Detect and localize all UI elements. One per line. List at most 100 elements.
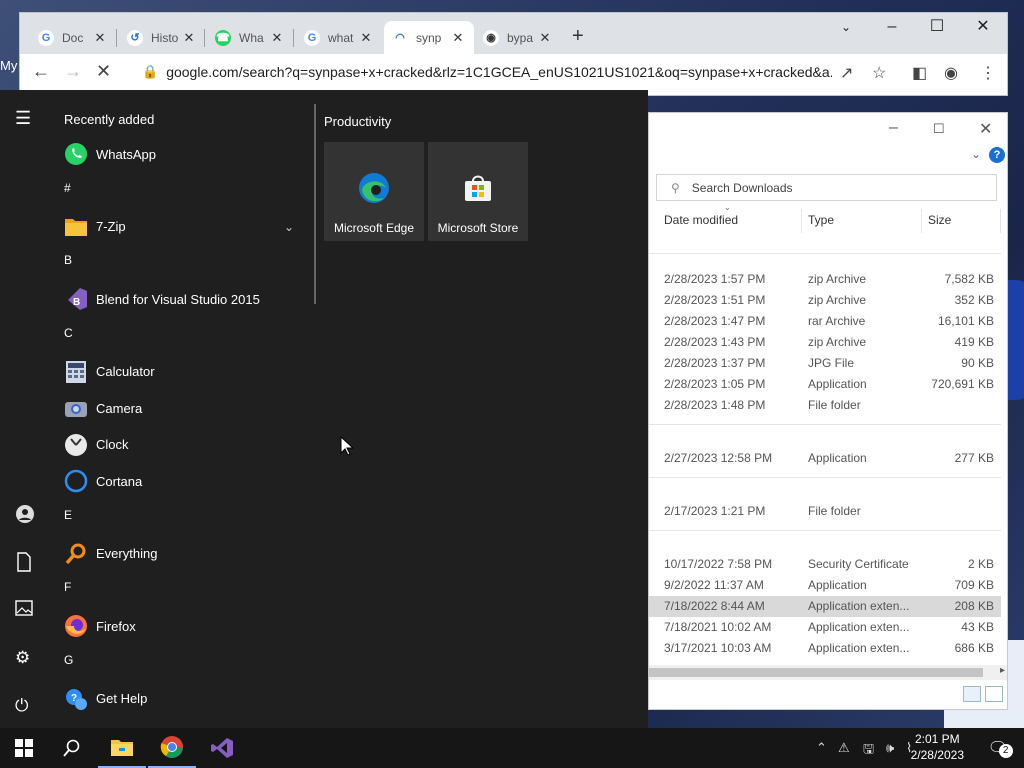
security-warning-icon[interactable]: ⚠ bbox=[838, 740, 850, 756]
minimize-button[interactable]: – bbox=[889, 119, 898, 137]
forward-arrow-icon[interactable]: → bbox=[64, 61, 82, 82]
app-list-letter-header[interactable]: F bbox=[64, 580, 71, 594]
app-list-item[interactable]: Clock bbox=[64, 427, 304, 463]
file-row[interactable]: 2/28/2023 1:43 PM zip Archive 419 KB bbox=[649, 332, 1001, 353]
app-list-item[interactable]: Cortana bbox=[64, 463, 304, 499]
file-row[interactable]: 3/17/2021 10:03 AM Application exten... 68… bbox=[649, 638, 1001, 659]
user-account-icon[interactable] bbox=[15, 504, 35, 529]
documents-icon[interactable] bbox=[15, 552, 33, 577]
stop-loading-icon[interactable]: ✕ bbox=[96, 61, 111, 82]
tab-close-icon[interactable]: ✕ bbox=[450, 30, 466, 46]
app-list-item[interactable]: Firefox bbox=[64, 608, 304, 644]
search-downloads-input[interactable]: ⚲ Search Downloads bbox=[656, 174, 997, 201]
tab-close-icon[interactable]: ✕ bbox=[181, 30, 197, 46]
chrome-icon bbox=[160, 736, 183, 758]
tab-strip: G Doc ✕ ↺ Histo ✕ ☎ Wha ✕ Gwhat ✕ ◠ synp ✕ ◉ bypa ✕ + ⌄ … bbox=[20, 13, 1007, 54]
column-divider[interactable] bbox=[801, 209, 802, 233]
settings-gear-icon[interactable]: ⚙ bbox=[15, 648, 30, 668]
hamburger-menu-icon[interactable]: ☰ bbox=[15, 108, 31, 129]
browser-tab[interactable]: ☎ Wha ✕ bbox=[207, 21, 293, 54]
browser-window: G Doc ✕ ↺ Histo ✕ ☎ Wha ✕ Gwhat ✕ ◠ synp ✕ ◉ bypa ✕ + ⌄ … bbox=[19, 12, 1008, 96]
app-list-item[interactable]: Calculator bbox=[64, 354, 304, 390]
power-icon[interactable]: ⏻ bbox=[15, 696, 28, 716]
share-icon[interactable]: ↗ bbox=[840, 63, 853, 83]
app-list-letter-header[interactable]: B bbox=[64, 253, 72, 267]
file-row[interactable]: 2/28/2023 1:37 PM JPG File 90 KB bbox=[649, 353, 1001, 374]
browser-tab[interactable]: ↺ Histo ✕ bbox=[119, 21, 205, 54]
show-hidden-icons-chevron[interactable]: ⌃ bbox=[816, 740, 827, 756]
app-list-item[interactable]: Camera bbox=[64, 390, 304, 426]
pictures-icon[interactable] bbox=[15, 600, 33, 621]
start-button[interactable] bbox=[0, 728, 48, 768]
browser-tab[interactable]: G Doc ✕ bbox=[30, 21, 116, 54]
bookmark-star-icon[interactable]: ☆ bbox=[872, 63, 886, 83]
app-list-item[interactable]: Everything bbox=[64, 536, 304, 572]
tab-close-icon[interactable]: ✕ bbox=[92, 30, 108, 46]
file-row[interactable]: 2/17/2023 1:21 PM File folder bbox=[649, 501, 1001, 522]
browser-tab[interactable]: ◠ synp ✕ bbox=[384, 21, 474, 54]
desktop-icon-label[interactable]: My bbox=[0, 58, 17, 73]
action-center-button[interactable]: 🗨 2 bbox=[988, 738, 1013, 758]
app-list-letter-header[interactable]: # bbox=[64, 181, 71, 195]
system-clock[interactable]: 2:01 PM 2/28/2023 bbox=[911, 731, 964, 763]
side-panel-icon[interactable]: ◧ bbox=[912, 63, 927, 83]
column-type[interactable]: Type bbox=[808, 213, 834, 227]
search-button[interactable] bbox=[48, 728, 96, 768]
app-list-letter-header[interactable]: G bbox=[64, 653, 73, 667]
tab-search-chevron-icon[interactable]: ⌄ bbox=[826, 15, 866, 39]
taskbar-visual-studio[interactable] bbox=[198, 728, 246, 768]
column-size[interactable]: Size bbox=[928, 213, 951, 227]
close-button[interactable]: ✕ bbox=[979, 119, 992, 139]
tile-microsoft-store[interactable]: Microsoft Store bbox=[428, 142, 528, 241]
browser-tab[interactable]: Gwhat ✕ bbox=[296, 21, 382, 54]
taskbar-file-explorer[interactable] bbox=[98, 728, 146, 768]
app-list-scrollbar[interactable] bbox=[314, 104, 316, 304]
app-list-item[interactable]: B Blend for Visual Studio 2015 bbox=[64, 281, 304, 317]
tab-close-icon[interactable]: ✕ bbox=[358, 30, 374, 46]
file-row[interactable]: 2/28/2023 1:05 PM Application 720,691 KB bbox=[649, 374, 1001, 395]
volume-icon[interactable]: 🕪 bbox=[886, 740, 894, 756]
svg-text:?: ? bbox=[71, 693, 77, 704]
file-row[interactable]: 7/18/2022 8:44 AM Application exten... 208… bbox=[649, 596, 1001, 617]
app-list-item[interactable]: 7-Zip ⌄ bbox=[64, 209, 304, 245]
file-row[interactable]: 2/28/2023 1:51 PM zip Archive 352 KB bbox=[649, 290, 1001, 311]
taskbar-chrome[interactable] bbox=[148, 728, 196, 768]
expand-ribbon-chevron-icon[interactable]: ⌄ bbox=[971, 147, 981, 161]
address-bar[interactable]: 🔒 google.com/search?q=synpase+x+cracked&… bbox=[142, 57, 832, 87]
back-arrow-icon[interactable]: ← bbox=[32, 61, 50, 82]
file-row[interactable]: 2/28/2023 1:48 PM File folder bbox=[649, 395, 1001, 416]
column-divider[interactable] bbox=[1000, 209, 1001, 233]
scroll-right-arrow-icon[interactable]: ▸ bbox=[1000, 665, 1005, 676]
close-button[interactable]: ✕ bbox=[963, 15, 1003, 39]
app-list-letter-header[interactable]: E bbox=[64, 508, 72, 522]
network-icon[interactable]: 🖫 bbox=[863, 740, 874, 762]
app-list-item[interactable]: WhatsApp bbox=[64, 136, 304, 172]
scrollbar-thumb[interactable] bbox=[649, 668, 983, 677]
minimize-button[interactable]: – bbox=[872, 15, 912, 39]
profile-avatar-icon[interactable]: ◉ bbox=[944, 63, 958, 83]
app-list-letter-header[interactable]: C bbox=[64, 326, 73, 340]
tab-close-icon[interactable]: ✕ bbox=[537, 30, 553, 46]
app-list-item[interactable]: ? Get Help bbox=[64, 681, 304, 717]
horizontal-scrollbar[interactable]: ▸ bbox=[649, 665, 1007, 680]
browser-tab[interactable]: ◉ bypa ✕ bbox=[475, 21, 561, 54]
new-tab-button[interactable]: + bbox=[572, 25, 584, 48]
file-row[interactable]: 9/2/2022 11:37 AM Application 709 KB bbox=[649, 575, 1001, 596]
file-row[interactable]: 7/18/2021 10:02 AM Application exten... 43… bbox=[649, 617, 1001, 638]
file-row[interactable]: 2/28/2023 1:47 PM rar Archive 16,101 KB bbox=[649, 311, 1001, 332]
expand-chevron-icon[interactable]: ⌄ bbox=[284, 220, 294, 234]
large-icons-view-icon[interactable] bbox=[985, 686, 1003, 702]
column-divider[interactable] bbox=[921, 209, 922, 233]
column-date-modified[interactable]: Date modified bbox=[664, 213, 738, 227]
maximize-button[interactable]: ☐ bbox=[917, 15, 957, 39]
file-row[interactable]: 10/17/2022 7:58 PM Security Certificate 2 … bbox=[649, 554, 1001, 575]
file-row[interactable]: 2/27/2023 12:58 PM Application 277 KB bbox=[649, 448, 1001, 469]
menu-kebab-icon[interactable]: ⋮ bbox=[980, 63, 996, 83]
tab-close-icon[interactable]: ✕ bbox=[269, 30, 285, 46]
details-view-icon[interactable] bbox=[963, 686, 981, 702]
edge-icon bbox=[359, 173, 389, 203]
tile-microsoft-edge[interactable]: Microsoft Edge bbox=[324, 142, 424, 241]
file-row[interactable]: 2/28/2023 1:57 PM zip Archive 7,582 KB bbox=[649, 269, 1001, 290]
help-icon[interactable]: ? bbox=[989, 147, 1005, 163]
maximize-button[interactable]: ☐ bbox=[933, 121, 945, 137]
